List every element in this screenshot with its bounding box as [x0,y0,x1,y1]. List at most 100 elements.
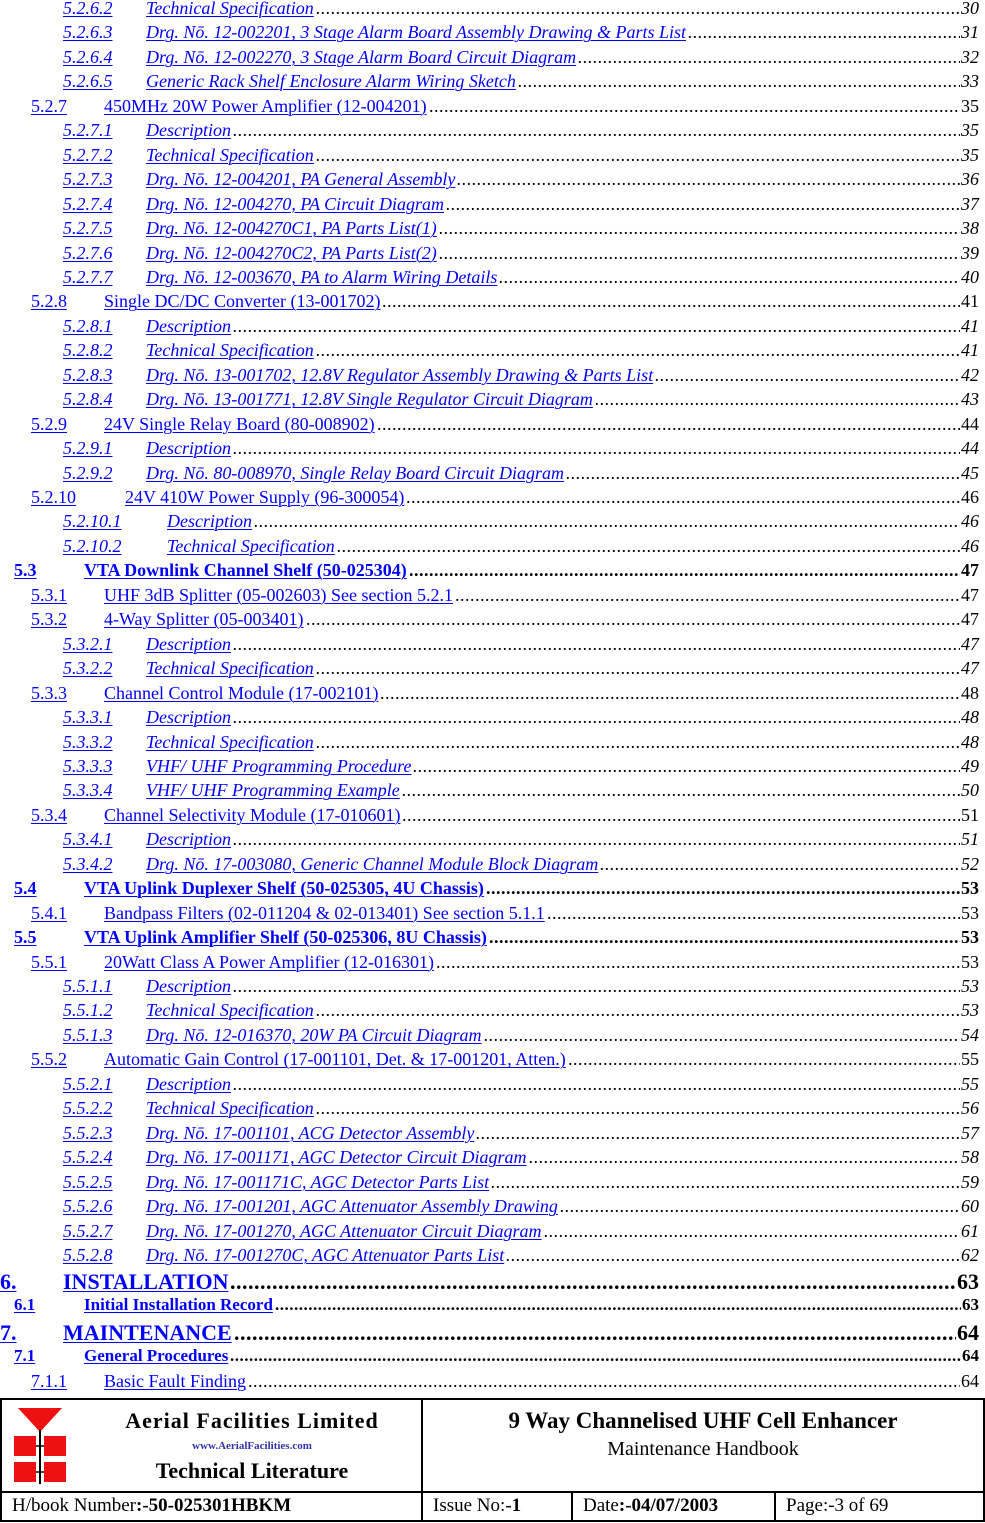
toc-entry-title-link[interactable]: Drg. Nō. 12-004201, PA General Assembly [146,169,455,190]
toc-entry[interactable]: 5.2.8.4 Drg. Nō. 13-001771, 12.8V Single … [0,389,985,413]
toc-entry-number[interactable]: 7.1.1 [31,1371,67,1392]
toc-entry-number[interactable]: 5.5.2.4 [63,1147,113,1168]
toc-entry-title-link[interactable]: General Procedures [84,1346,228,1366]
toc-entry-number[interactable]: 5.2.8.3 [63,365,113,386]
toc-entry-number[interactable]: 5.3.3.4 [63,780,113,801]
toc-entry-number[interactable]: 5.3.3.3 [63,756,113,777]
toc-entry[interactable]: 5.2.7.4 Drg. Nō. 12-004270, PA Circuit Di… [0,194,985,218]
toc-entry-number[interactable]: 5.2.7.6 [63,243,113,264]
toc-entry-number[interactable]: 5.2.8 [31,291,67,312]
toc-entry-number[interactable]: 5.2.7.5 [63,218,113,239]
toc-entry-number[interactable]: 5.3.2.1 [63,634,113,655]
toc-entry-number[interactable]: 5.3.4.2 [63,854,113,875]
toc-entry[interactable]: 5.2.8 Single DC/DC Converter (13-001702).… [0,291,985,315]
toc-entry-title-link[interactable]: Description [146,634,231,655]
toc-entry-title-link[interactable]: Drg. Nō. 17-001171C, AGC Detector Parts … [146,1172,489,1193]
toc-entry[interactable]: 5.5.2.7 Drg. Nō. 17-001270, AGC Attenuato… [0,1221,985,1245]
toc-entry-title-link[interactable]: Technical Specification [146,145,314,166]
toc-entry-number[interactable]: 5.5.1.1 [63,976,113,997]
toc-entry-title-link[interactable]: Basic Fault Finding [104,1371,246,1392]
toc-entry[interactable]: 6.1 Initial Installation Record..........… [0,1295,985,1319]
toc-entry-title-link[interactable]: Generic Rack Shelf Enclosure Alarm Wirin… [146,71,516,92]
toc-entry[interactable]: 7. MAINTENANCE...........................… [0,1320,985,1346]
toc-entry-title-link[interactable]: Drg. Nō. 12-003670, PA to Alarm Wiring D… [146,267,497,288]
toc-entry-number[interactable]: 5.4.1 [31,903,67,924]
toc-entry[interactable]: 5.2.10.1 Description.....................… [0,511,985,535]
toc-entry-number[interactable]: 5.2.9.2 [63,463,113,484]
toc-entry-number[interactable]: 5.3.4 [31,805,67,826]
toc-entry-number[interactable]: 5.2.10.2 [63,536,122,557]
toc-entry[interactable]: 5.2.7.3 Drg. Nō. 12-004201, PA General As… [0,169,985,193]
toc-entry-number[interactable]: 5.3 [14,560,37,581]
toc-entry[interactable]: 5.3 VTA Downlink Channel Shelf (50-025304… [0,560,985,584]
toc-entry-title-link[interactable]: Drg. Nō. 13-001702, 12.8V Regulator Asse… [146,365,653,386]
toc-entry-title-link[interactable]: INSTALLATION [63,1269,228,1295]
toc-entry[interactable]: 5.5.1.1 Description......................… [0,976,985,1000]
toc-entry[interactable]: 5.3.3.3 VHF/ UHF Programming Procedure...… [0,756,985,780]
toc-entry[interactable]: 5.2.10.2 Technical Specification.........… [0,536,985,560]
toc-entry[interactable]: 5.2.8.1 Description......................… [0,316,985,340]
toc-entry-number[interactable]: 6.1 [14,1295,35,1315]
toc-entry-number[interactable]: 5.5.2.1 [63,1074,113,1095]
toc-entry-number[interactable]: 5.2.7.1 [63,120,113,141]
toc-entry[interactable]: 5.2.9.1 Description......................… [0,438,985,462]
toc-entry-number[interactable]: 7. [0,1320,17,1346]
toc-entry-title-link[interactable]: Drg. Nō. 17-003080, Generic Channel Modu… [146,854,598,875]
toc-entry-number[interactable]: 5.2.10.1 [63,511,122,532]
toc-entry-title-link[interactable]: Channel Control Module (17-002101) [104,683,378,704]
toc-entry-number[interactable]: 5.4 [14,878,37,899]
toc-entry-title-link[interactable]: Description [146,438,231,459]
toc-entry[interactable]: 5.3.2.1 Description......................… [0,634,985,658]
toc-entry-number[interactable]: 5.3.3.2 [63,732,113,753]
toc-entry-title-link[interactable]: 24V Single Relay Board (80-008902) [104,414,375,435]
toc-entry[interactable]: 7.1.1 Basic Fault Finding................… [0,1371,985,1395]
toc-entry-number[interactable]: 5.5.1.3 [63,1025,113,1046]
toc-entry[interactable]: 5.2.7.2 Technical Specification..........… [0,145,985,169]
toc-entry-title-link[interactable]: VTA Uplink Amplifier Shelf (50-025306, 8… [84,927,487,948]
toc-entry-title-link[interactable]: 20Watt Class A Power Amplifier (12-01630… [104,952,434,973]
toc-entry[interactable]: 5.3.3.2 Technical Specification..........… [0,732,985,756]
toc-entry-number[interactable]: 5.5.2.7 [63,1221,113,1242]
toc-entry[interactable]: 5.4.1 Bandpass Filters (02-011204 & 02-01… [0,903,985,927]
toc-entry-number[interactable]: 5.2.6.5 [63,71,113,92]
toc-entry-title-link[interactable]: Technical Specification [146,340,314,361]
toc-entry[interactable]: 5.5.2.3 Drg. Nō. 17-001101, ACG Detector … [0,1123,985,1147]
toc-entry[interactable]: 5.2.7.7 Drg. Nō. 12-003670, PA to Alarm W… [0,267,985,291]
toc-entry[interactable]: 5.3.3.1 Description......................… [0,707,985,731]
toc-entry[interactable]: 5.5.1.3 Drg. Nō. 12-016370, 20W PA Circui… [0,1025,985,1049]
toc-entry-title-link[interactable]: Technical Specification [146,1000,314,1021]
toc-entry-title-link[interactable]: Drg. Nō. 17-001201, AGC Attenuator Assem… [146,1196,558,1217]
toc-entry-title-link[interactable]: Technical Specification [167,536,335,557]
toc-entry-title-link[interactable]: Description [146,976,231,997]
toc-entry-number[interactable]: 5.5.2.8 [63,1245,113,1266]
toc-entry-number[interactable]: 6. [0,1269,17,1295]
toc-entry-number[interactable]: 5.3.1 [31,585,67,606]
toc-entry[interactable]: 5.2.10 24V 410W Power Supply (96-300054).… [0,487,985,511]
toc-entry-title-link[interactable]: UHF 3dB Splitter (05-002603) See section… [104,585,453,606]
toc-entry[interactable]: 5.5.1.2 Technical Specification..........… [0,1000,985,1024]
toc-entry[interactable]: 5.3.4.1 Description......................… [0,829,985,853]
toc-entry-title-link[interactable]: Technical Specification [146,0,314,19]
toc-entry-number[interactable]: 5.2.6.2 [63,0,113,19]
toc-entry[interactable]: 5.4 VTA Uplink Duplexer Shelf (50-025305,… [0,878,985,902]
toc-entry[interactable]: 5.2.8.3 Drg. Nō. 13-001702, 12.8V Regulat… [0,365,985,389]
toc-entry-number[interactable]: 5.5.2.2 [63,1098,113,1119]
toc-entry-number[interactable]: 5.5.1 [31,952,67,973]
toc-entry-number[interactable]: 5.3.3 [31,683,67,704]
toc-entry[interactable]: 5.5.2.4 Drg. Nō. 17-001171, AGC Detector … [0,1147,985,1171]
toc-entry-title-link[interactable]: Drg. Nō. 17-001270C, AGC Attenuator Part… [146,1245,504,1266]
toc-entry[interactable]: 5.2.7.5 Drg. Nō. 12-004270C1, PA Parts Li… [0,218,985,242]
toc-entry-title-link[interactable]: VHF/ UHF Programming Example [146,780,400,801]
toc-entry-number[interactable]: 5.3.3.1 [63,707,113,728]
toc-entry-number[interactable]: 5.5.2.6 [63,1196,113,1217]
toc-entry-title-link[interactable]: Description [146,707,231,728]
toc-entry-title-link[interactable]: 450MHz 20W Power Amplifier (12-004201) [104,96,427,117]
toc-entry-title-link[interactable]: Drg. Nō. 12-002201, 3 Stage Alarm Board … [146,22,686,43]
toc-entry-number[interactable]: 5.2.8.2 [63,340,113,361]
toc-entry-number[interactable]: 5.5.1.2 [63,1000,113,1021]
toc-entry-number[interactable]: 5.2.7.3 [63,169,113,190]
toc-entry-title-link[interactable]: Technical Specification [146,1098,314,1119]
toc-entry[interactable]: 5.2.6.3 Drg. Nō. 12-002201, 3 Stage Alarm… [0,22,985,46]
toc-entry-title-link[interactable]: Drg. Nō. 17-001171, AGC Detector Circuit… [146,1147,527,1168]
toc-entry-number[interactable]: 5.2.7.7 [63,267,113,288]
